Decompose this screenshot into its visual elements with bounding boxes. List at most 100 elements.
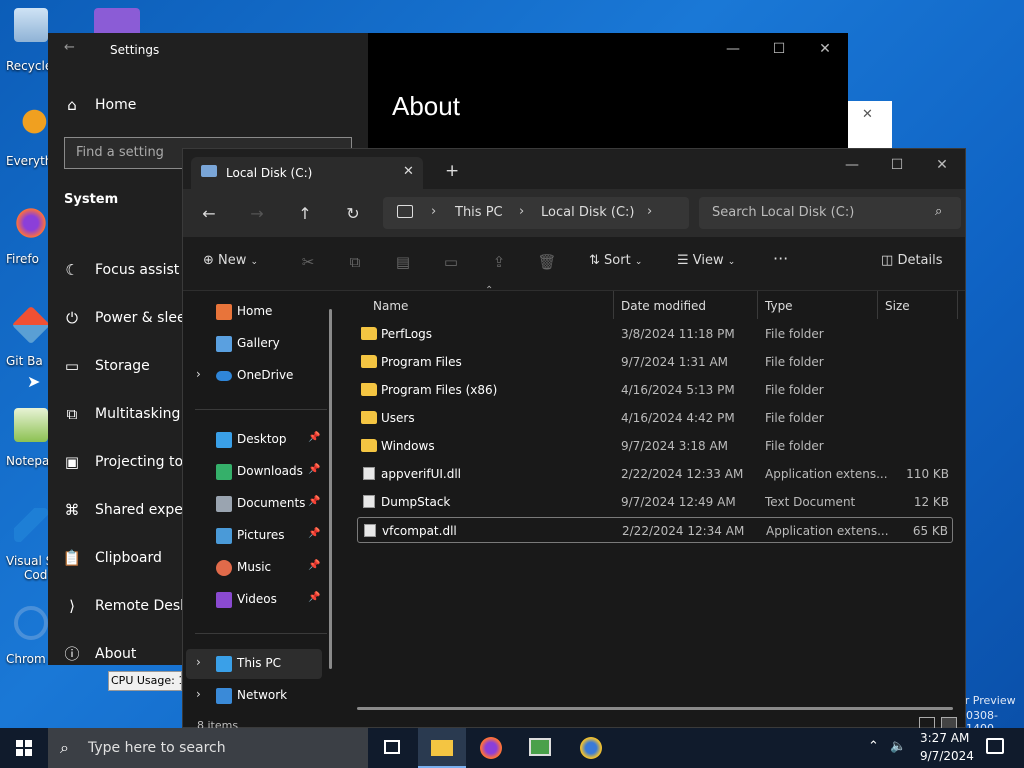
- app-taskbar-icon[interactable]: [566, 728, 614, 768]
- table-row[interactable]: DumpStack 9/7/2024 12:49 AM Text Document 1…: [357, 489, 953, 515]
- table-row[interactable]: appverifUI.dll 2/22/2024 12:33 AM Applicat…: [357, 461, 953, 487]
- column-header-type[interactable]: Type: [765, 299, 793, 313]
- file-type: Application extens...: [765, 467, 888, 481]
- column-header-date[interactable]: Date modified: [621, 299, 706, 313]
- maximize-button[interactable]: ☐: [756, 33, 802, 65]
- task-manager-taskbar-icon[interactable]: [516, 728, 564, 768]
- close-button[interactable]: ✕: [802, 33, 848, 65]
- desktop-icon-firefox[interactable]: Firefo: [2, 206, 54, 278]
- details-button[interactable]: ◫ Details: [881, 253, 943, 268]
- task-view-icon[interactable]: [368, 728, 416, 768]
- table-row[interactable]: PerfLogs 3/8/2024 11:18 PM File folder: [357, 321, 953, 347]
- nav-pictures[interactable]: Pictures 📌: [186, 521, 322, 551]
- breadcrumb-local-disk[interactable]: Local Disk (C:): [541, 205, 634, 220]
- nav-gallery[interactable]: Gallery: [186, 329, 322, 359]
- table-row[interactable]: vfcompat.dll 2/22/2024 12:34 AM Applicatio…: [357, 517, 953, 543]
- firefox-taskbar-icon[interactable]: [466, 728, 514, 768]
- chevron-up-icon[interactable]: ⌃: [868, 739, 879, 754]
- delete-icon[interactable]: 🗑: [536, 253, 558, 273]
- tab-local-disk[interactable]: Local Disk (C:) ✕: [191, 157, 423, 189]
- desktop-icon-notepad[interactable]: Notepa: [2, 408, 54, 480]
- copy-icon[interactable]: ⧉: [344, 253, 366, 273]
- column-header-size[interactable]: Size: [885, 299, 910, 313]
- close-button[interactable]: ✕: [919, 149, 965, 181]
- divider: [195, 409, 327, 410]
- column-separator[interactable]: [757, 291, 758, 319]
- notifications-icon[interactable]: [986, 738, 1004, 754]
- nav-this-pc[interactable]: › This PC: [186, 649, 322, 679]
- table-row[interactable]: Users 4/16/2024 4:42 PM File folder: [357, 405, 953, 431]
- chevron-right-icon[interactable]: ›: [196, 655, 201, 669]
- file-date: 3/8/2024 11:18 PM: [621, 327, 735, 341]
- table-row[interactable]: Program Files 9/7/2024 1:31 AM File folder: [357, 349, 953, 375]
- dll-file-icon: [363, 467, 375, 480]
- pin-icon[interactable]: 📌: [308, 592, 320, 603]
- back-arrow-icon[interactable]: ←: [195, 201, 223, 227]
- more-options-icon[interactable]: ···: [773, 249, 788, 268]
- sort-ascending-icon: ⌃: [485, 285, 494, 296]
- close-tab-icon[interactable]: ✕: [403, 164, 414, 179]
- up-arrow-icon[interactable]: ↑: [291, 201, 319, 227]
- nav-label: Clipboard: [95, 550, 162, 566]
- view-button[interactable]: ☰ View ⌄: [677, 253, 735, 268]
- nav-music[interactable]: Music 📌: [186, 553, 322, 583]
- taskbar-search-input[interactable]: ⌕ Type here to search: [48, 728, 368, 768]
- desktop-icon-everything[interactable]: Everyth: [2, 108, 54, 180]
- refresh-icon[interactable]: ↻: [339, 201, 367, 227]
- column-separator[interactable]: [877, 291, 878, 319]
- column-separator[interactable]: [957, 291, 958, 319]
- clock-date[interactable]: 9/7/2024: [920, 749, 974, 763]
- table-row[interactable]: Program Files (x86) 4/16/2024 5:13 PM File…: [357, 377, 953, 403]
- sort-button[interactable]: ⇅ Sort ⌄: [589, 253, 642, 268]
- pin-icon[interactable]: 📌: [308, 528, 320, 539]
- desktop-icon-label: Notepa: [6, 454, 50, 468]
- videos-icon: [216, 592, 232, 608]
- nav-onedrive[interactable]: › OneDrive: [186, 361, 322, 391]
- close-icon[interactable]: ✕: [862, 107, 873, 122]
- maximize-button[interactable]: ☐: [874, 149, 920, 181]
- windows-start-icon[interactable]: [16, 740, 32, 756]
- desktop-icon-chrome[interactable]: Chrom: [2, 606, 54, 678]
- desktop-icon-label: Git Ba: [6, 354, 43, 368]
- clock-time[interactable]: 3:27 AM: [920, 731, 969, 745]
- volume-muted-icon[interactable]: 🔈: [890, 739, 906, 754]
- desktop-icon-recycle-bin[interactable]: Recycle: [2, 8, 54, 80]
- settings-home[interactable]: ⌂ Home: [48, 85, 368, 125]
- nav-desktop[interactable]: Desktop 📌: [186, 425, 322, 455]
- forward-arrow-icon[interactable]: →: [243, 201, 271, 227]
- chevron-right-icon[interactable]: ›: [196, 367, 201, 381]
- nav-documents[interactable]: Documents 📌: [186, 489, 322, 519]
- pin-icon[interactable]: 📌: [308, 464, 320, 475]
- file-explorer-taskbar-icon[interactable]: [418, 728, 466, 768]
- rename-icon[interactable]: ▭: [440, 253, 462, 273]
- file-type: Application extens...: [766, 524, 889, 538]
- desktop-icon-git-bash[interactable]: Git Ba: [2, 305, 54, 380]
- nav-downloads[interactable]: Downloads 📌: [186, 457, 322, 487]
- new-tab-icon[interactable]: +: [445, 161, 459, 181]
- pin-icon[interactable]: 📌: [308, 432, 320, 443]
- chevron-right-icon[interactable]: ›: [196, 687, 201, 701]
- pin-icon[interactable]: 📌: [308, 496, 320, 507]
- pin-icon[interactable]: 📌: [308, 560, 320, 571]
- breadcrumb-this-pc[interactable]: This PC: [455, 205, 503, 220]
- explorer-search-input[interactable]: Search Local Disk (C:) ⌕: [699, 197, 961, 229]
- horizontal-scrollbar[interactable]: [357, 707, 953, 710]
- breadcrumb[interactable]: › This PC › Local Disk (C:) ›: [383, 197, 689, 229]
- chevron-right-icon[interactable]: ›: [647, 204, 652, 219]
- nav-videos[interactable]: Videos 📌: [186, 585, 322, 615]
- nav-home[interactable]: Home: [186, 297, 322, 327]
- paste-icon[interactable]: ▤: [392, 253, 414, 273]
- clipboard-icon: 📋: [62, 549, 82, 567]
- nav-scrollbar[interactable]: [329, 309, 332, 669]
- table-row[interactable]: Windows 9/7/2024 3:18 AM File folder: [357, 433, 953, 459]
- back-arrow-icon[interactable]: ←: [64, 40, 75, 55]
- share-icon[interactable]: ⇪: [488, 253, 510, 273]
- desktop-icon-vscode[interactable]: Visual St Cod: [2, 508, 58, 582]
- column-separator[interactable]: [613, 291, 614, 319]
- cut-icon[interactable]: ✂: [297, 253, 319, 273]
- minimize-button[interactable]: —: [829, 149, 875, 181]
- new-button[interactable]: ⊕ New ⌄: [203, 253, 258, 268]
- minimize-button[interactable]: —: [710, 33, 756, 65]
- column-header-name[interactable]: Name: [373, 299, 408, 313]
- nav-network[interactable]: › Network: [186, 681, 322, 711]
